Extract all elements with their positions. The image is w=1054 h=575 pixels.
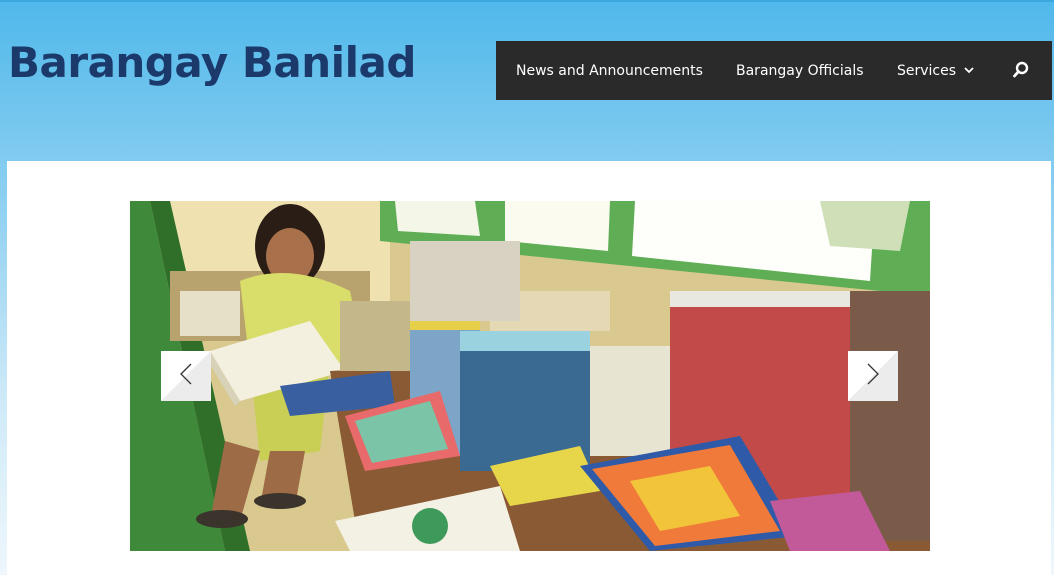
nav-item-label: Services	[897, 62, 957, 79]
slider-prev-button[interactable]	[161, 351, 211, 401]
nav-item-label: News and Announcements	[516, 62, 703, 79]
nav-item-news[interactable]: News and Announcements	[516, 63, 703, 79]
site-title[interactable]: Barangay Banilad	[8, 38, 416, 87]
image-slider[interactable]	[130, 201, 930, 551]
main-navigation: News and Announcements Barangay Official…	[496, 41, 1052, 100]
slide-image	[130, 201, 930, 551]
search-button[interactable]	[1013, 61, 1029, 83]
nav-item-label: Barangay Officials	[736, 62, 864, 79]
chevron-right-icon	[867, 363, 879, 390]
header-top-border	[0, 0, 1054, 2]
chevron-left-icon	[180, 363, 192, 390]
chevron-down-icon	[964, 67, 974, 74]
nav-item-officials[interactable]: Barangay Officials	[736, 63, 864, 79]
nav-item-services[interactable]: Services	[897, 63, 974, 79]
slider-next-button[interactable]	[848, 351, 898, 401]
search-icon	[1013, 61, 1029, 83]
